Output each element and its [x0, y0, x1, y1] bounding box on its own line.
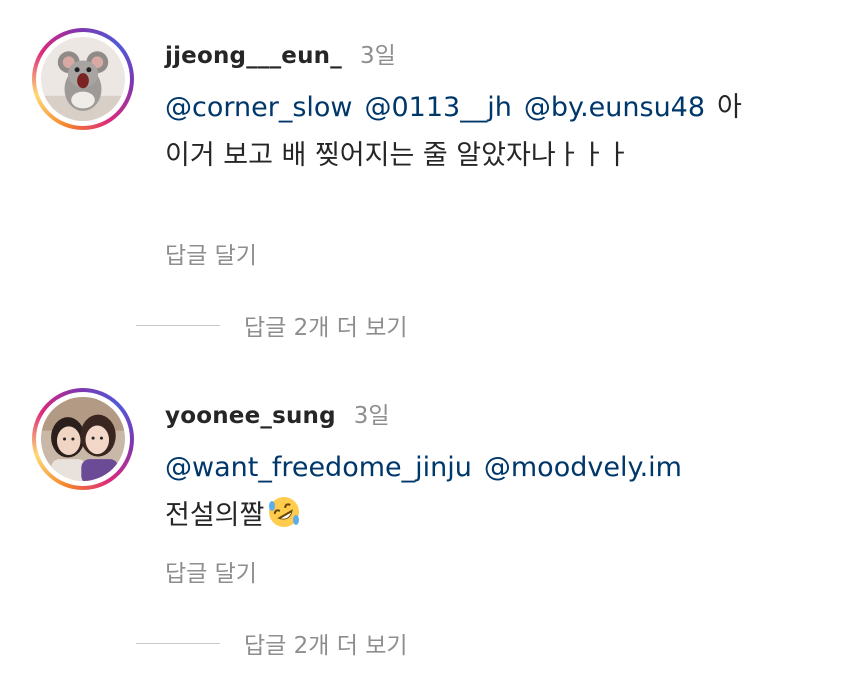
mention-link[interactable]: @moodvely.im — [484, 452, 682, 483]
view-more-replies-button[interactable]: 답글 2개 더 보기 — [136, 626, 408, 660]
mention-link[interactable]: @want_freedome_jinju — [165, 452, 472, 483]
reply-button[interactable]: 답글 달기 — [165, 236, 257, 270]
comment-header: jjeong___eun_ 3일 — [165, 36, 396, 70]
avatar[interactable] — [41, 397, 125, 481]
mention-link[interactable]: @corner_slow — [165, 92, 352, 123]
username[interactable]: jjeong___eun_ — [165, 43, 342, 69]
comment-text-inline: 아 — [717, 92, 742, 123]
view-more-replies-label: 답글 2개 더 보기 — [244, 315, 408, 341]
timestamp: 3일 — [359, 43, 396, 69]
comment-text-line: 이거 보고 배 찢어지는 줄 알았자나ㅏㅏㅏ — [165, 140, 631, 171]
divider-line — [136, 642, 220, 644]
story-ring[interactable] — [32, 388, 134, 490]
comment-item: yoonee_sung 3일 @want_freedome_jinju @moodv… — [0, 372, 850, 688]
comment-header: yoonee_sung 3일 — [165, 396, 390, 430]
comment-text: @corner_slow @0113__jh @by.eunsu48 아 이거 보고 … — [165, 84, 742, 180]
username[interactable]: yoonee_sung — [165, 403, 336, 429]
view-more-replies-label: 답글 2개 더 보기 — [244, 633, 408, 659]
mention-link[interactable]: @0113__jh — [364, 92, 511, 123]
reply-button[interactable]: 답글 달기 — [165, 554, 257, 588]
rolling-on-floor-laughing-emoji — [266, 494, 302, 530]
avatar[interactable] — [41, 37, 125, 121]
story-ring[interactable] — [32, 28, 134, 130]
view-more-replies-button[interactable]: 답글 2개 더 보기 — [136, 308, 408, 342]
timestamp: 3일 — [353, 403, 390, 429]
mention-link[interactable]: @by.eunsu48 — [524, 92, 705, 123]
divider-line — [136, 324, 220, 326]
comment-text: @want_freedome_jinju @moodvely.im 전설의짤 — [165, 444, 694, 540]
comment-text-line: 전설의짤 — [165, 500, 265, 531]
comment-item: jjeong___eun_ 3일 @corner_slow @0113__jh @by… — [0, 0, 850, 370]
